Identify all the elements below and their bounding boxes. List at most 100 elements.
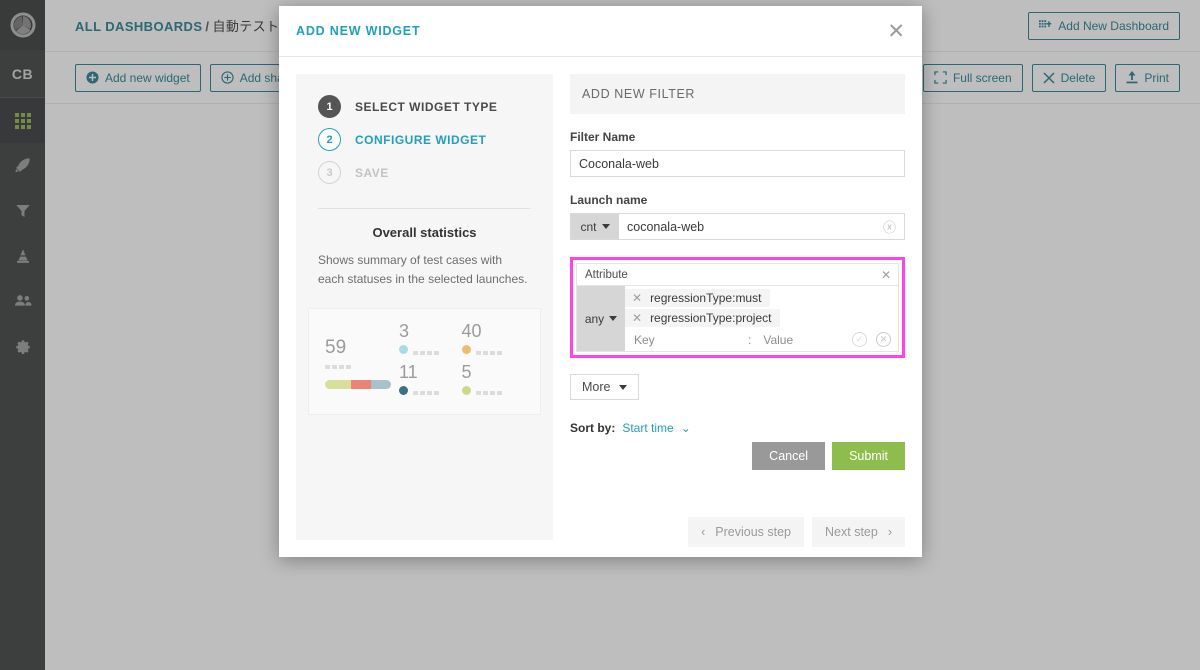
attribute-highlight-frame: Attribute ✕ any ✕ regressionType:must ✕ … (570, 257, 905, 358)
widget-steps-panel: 1 SELECT WIDGET TYPE 2 CONFIGURE WIDGET … (296, 74, 553, 540)
preview-cell-meta (399, 345, 462, 355)
chevron-down-icon[interactable]: ⌄ (681, 421, 691, 435)
add-new-widget-modal: ADD NEW WIDGET ✕ 1 SELECT WIDGET TYPE 2 … (279, 6, 922, 557)
attribute-block: Attribute ✕ any ✕ regressionType:must ✕ … (576, 263, 899, 352)
attribute-key-value-entry: Key : Value ✓ ✕ (625, 329, 898, 351)
submit-button[interactable]: Submit (832, 442, 905, 470)
chevron-right-icon: › (887, 524, 892, 539)
sort-by-value[interactable]: Start time (622, 421, 673, 435)
attribute-tag[interactable]: ✕ regressionType:must (625, 289, 771, 307)
attribute-tag-row: ✕ regressionType:must (625, 289, 898, 309)
chevron-down-icon (609, 316, 618, 321)
remove-x-icon[interactable]: ✕ (632, 291, 642, 305)
preview-total-value: 59 (325, 337, 347, 359)
preview-cell-value: 3 (399, 321, 410, 342)
previous-step-button[interactable]: ‹ Previous step (688, 516, 805, 547)
step-1-label: SELECT WIDGET TYPE (355, 99, 498, 114)
launch-name-value: coconala-web (627, 219, 705, 234)
launch-name-group: Launch name cnt coconala-web ⓧ (570, 193, 905, 240)
status-dot-icon (399, 345, 408, 355)
sort-by-row: Sort by: Start time ⌄ (570, 421, 905, 435)
filter-actions: Cancel Submit (570, 442, 905, 470)
step-save: 3 SAVE (296, 156, 553, 189)
attribute-tag[interactable]: ✕ regressionType:project (625, 309, 781, 327)
launch-name-row: cnt coconala-web ⓧ (570, 213, 905, 240)
preview-cell: 5 (461, 361, 525, 403)
step-1-number: 1 (318, 95, 341, 118)
step-3-label: SAVE (355, 165, 389, 180)
attribute-tag-list: ✕ regressionType:must ✕ regressionType:p… (625, 286, 898, 351)
preview-cell-meta (461, 345, 525, 355)
check-circle-icon[interactable]: ✓ (852, 332, 867, 347)
launch-condition-select[interactable]: cnt (571, 214, 619, 239)
widget-preview: 59 3 40 11 5 (308, 308, 541, 416)
step-3-number: 3 (318, 161, 341, 184)
attribute-tag-text: regressionType:must (650, 291, 762, 305)
preview-cell-meta (461, 385, 525, 396)
preview-bar-segment-passed (325, 380, 352, 390)
modal-title: ADD NEW WIDGET (296, 24, 421, 38)
widget-type-description: Shows summary of test cases with each st… (318, 253, 528, 286)
preview-status-bar (325, 380, 391, 390)
preview-cell-value: 11 (399, 361, 418, 382)
chevron-down-icon (601, 224, 610, 229)
remove-x-icon[interactable]: ✕ (632, 311, 642, 325)
filter-panel: ADD NEW FILTER Filter Name Launch name c… (570, 74, 905, 540)
preview-grid: 59 3 40 11 5 (325, 321, 524, 402)
launch-name-value-field[interactable]: coconala-web ⓧ (619, 214, 904, 239)
chevron-left-icon: ‹ (701, 524, 706, 539)
steps-list: 1 SELECT WIDGET TYPE 2 CONFIGURE WIDGET … (296, 74, 553, 197)
preview-cell-label-placeholder (413, 350, 439, 355)
attribute-body: any ✕ regressionType:must ✕ regressionTy… (577, 285, 898, 351)
more-filters-label: More (582, 380, 611, 394)
next-step-label: Next step (825, 524, 878, 539)
sort-by-label: Sort by: (570, 421, 616, 435)
status-dot-icon (399, 385, 408, 395)
preview-cell-value: 40 (461, 321, 482, 342)
cancel-button[interactable]: Cancel (752, 442, 826, 470)
launch-condition-value: cnt (580, 219, 597, 234)
preview-cell-label-placeholder (475, 391, 502, 396)
attribute-header: Attribute ✕ (577, 264, 898, 285)
widget-type-title: Overall statistics (372, 225, 477, 240)
preview-cell: 40 (461, 321, 525, 362)
status-dot-icon (461, 385, 471, 395)
chevron-down-icon (619, 384, 628, 390)
attribute-key-input[interactable]: Key (634, 333, 742, 347)
preview-cell-value: 5 (461, 361, 472, 382)
filter-name-input[interactable] (570, 150, 905, 177)
filter-name-group: Filter Name (570, 130, 905, 177)
attribute-tag-row: ✕ regressionType:project (625, 309, 898, 329)
attribute-value-input[interactable]: Value (757, 333, 843, 347)
modal-body: 1 SELECT WIDGET TYPE 2 CONFIGURE WIDGET … (279, 57, 922, 557)
attribute-kv-colon: : (748, 332, 752, 347)
launch-name-label: Launch name (570, 193, 648, 207)
attribute-condition-value: any (584, 311, 605, 326)
preview-total: 59 (325, 321, 399, 402)
clear-circle-icon[interactable]: ⓧ (883, 217, 896, 236)
step-select-widget-type[interactable]: 1 SELECT WIDGET TYPE (296, 90, 553, 123)
status-dot-icon (461, 345, 471, 355)
modal-header: ADD NEW WIDGET ✕ (279, 6, 922, 57)
app-root: CB ALL DASHBOARDS / 自動テストモニ Add New Dash… (0, 0, 1200, 670)
preview-bar-segment-failed (351, 380, 372, 390)
preview-cell-label-placeholder (475, 350, 502, 355)
attribute-tag-text: regressionType:project (650, 311, 772, 325)
more-filters-button[interactable]: More (570, 374, 640, 400)
next-step-button[interactable]: Next step › (812, 516, 905, 547)
preview-bar-segment-skipped (371, 380, 391, 390)
close-icon[interactable]: ✕ (887, 21, 905, 42)
add-new-filter-header: ADD NEW FILTER (570, 74, 905, 114)
close-small-icon[interactable]: ✕ (881, 268, 891, 282)
preview-stat-cells: 3 40 11 5 (399, 321, 524, 402)
preview-cell-meta (399, 385, 462, 396)
attribute-condition-select[interactable]: any (577, 286, 625, 351)
widget-description-block: Overall statistics Shows summary of test… (296, 209, 553, 288)
step-2-label: CONFIGURE WIDGET (355, 132, 487, 147)
preview-cell-label-placeholder (413, 391, 439, 396)
preview-cell: 11 (399, 362, 462, 403)
cancel-circle-icon[interactable]: ✕ (876, 332, 891, 347)
step-configure-widget[interactable]: 2 CONFIGURE WIDGET (296, 123, 553, 156)
step-2-number: 2 (318, 128, 341, 151)
preview-total-label-placeholder (325, 365, 399, 370)
